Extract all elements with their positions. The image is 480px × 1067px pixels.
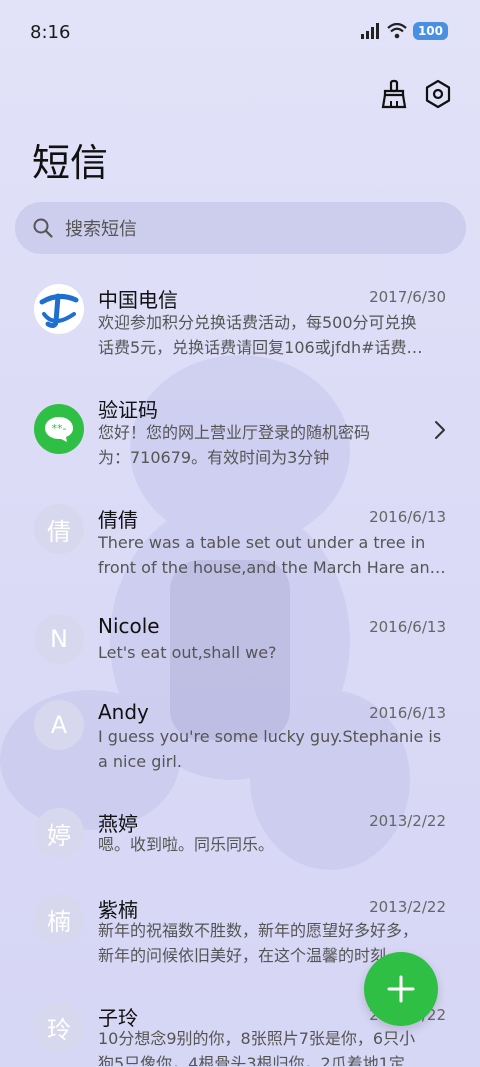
sender-name: 倩倩 <box>98 508 138 532</box>
search-placeholder: 搜索短信 <box>65 219 137 240</box>
sender-name: 中国电信 <box>98 288 178 312</box>
chevron-right-icon <box>435 421 445 439</box>
message-date: 2013/2/22 <box>369 812 446 830</box>
message-date: 2013/2/22 <box>369 898 446 916</box>
message-date: 2017/6/30 <box>369 288 446 306</box>
preview-line: Let's eat out,shall we? <box>98 643 277 662</box>
avatar: A <box>34 700 84 750</box>
battery-indicator: 100 <box>412 22 448 40</box>
new-message-button[interactable] <box>364 952 438 1026</box>
avatar: N <box>34 614 84 664</box>
preview-line: a nice girl. <box>98 752 182 771</box>
message-bubble-icon: **- <box>34 404 84 454</box>
message-date: 2016/6/13 <box>369 704 446 722</box>
avatar: 婷 <box>34 808 84 858</box>
preview-line: 为：710679。有效时间为3分钟 <box>98 448 330 467</box>
avatar: 玲 <box>34 1002 84 1052</box>
sender-name: 验证码 <box>98 398 158 422</box>
message-date: 2016/6/13 <box>369 618 446 636</box>
message-preview: 嗯。收到啦。同乐同乐。 <box>98 832 448 857</box>
message-preview: I guess you're some lucky guy.Stephanie … <box>98 724 448 774</box>
avatar: 楠 <box>34 894 84 944</box>
avatar: 倩 <box>34 504 84 554</box>
message-preview: Let's eat out,shall we? <box>98 640 448 665</box>
china-telecom-logo <box>34 284 84 334</box>
preview-line: I guess you're some lucky guy.Stephanie … <box>98 727 442 746</box>
message-preview: 您好！您的网上营业厅登录的随机密码 为：710679。有效时间为3分钟 <box>98 420 448 470</box>
preview-line: 10分想念9别的你，8张照片7张是你，6只小 <box>98 1029 416 1048</box>
search-bar[interactable]: 搜索短信 <box>15 202 466 254</box>
message-preview: There was a table set out under a tree i… <box>98 530 448 580</box>
preview-line: 话费5元，兑换话费请回复106或jfdh#话费… <box>98 338 423 357</box>
preview-line: 您好！您的网上营业厅登录的随机密码 <box>98 423 371 442</box>
settings-icon[interactable] <box>418 74 458 114</box>
preview-line: 狗5只像你，4根骨头3根归你，2爪着地1定… <box>98 1054 421 1066</box>
sender-name: Nicole <box>98 614 160 638</box>
status-time: 8:16 <box>30 22 71 43</box>
message-date: 2016/6/13 <box>369 508 446 526</box>
sender-name: Andy <box>98 700 149 724</box>
status-bar: 8:16 100 <box>0 0 480 66</box>
signal-icon <box>360 23 379 39</box>
preview-line: front of the house,and the March Hare an… <box>98 558 446 577</box>
wifi-icon <box>387 23 407 39</box>
status-icons: 100 <box>360 22 448 40</box>
preview-line: 嗯。收到啦。同乐同乐。 <box>98 835 275 854</box>
svg-text:**-: **- <box>52 422 67 435</box>
message-preview: 10分想念9别的你，8张照片7张是你，6只小 狗5只像你，4根骨头3根归你，2爪… <box>98 1026 448 1066</box>
broom-icon[interactable] <box>374 74 414 114</box>
plus-icon <box>387 975 415 1003</box>
search-icon <box>33 218 53 238</box>
message-preview: 欢迎参加积分兑换话费活动，每500分可兑换 话费5元，兑换话费请回复106或jf… <box>98 310 448 360</box>
page-title: 短信 <box>32 141 109 185</box>
preview-line: 欢迎参加积分兑换话费活动，每500分可兑换 <box>98 313 417 332</box>
preview-line: 新年的祝福数不胜数，新年的愿望好多好多， <box>98 921 419 940</box>
preview-line: There was a table set out under a tree i… <box>98 533 426 552</box>
